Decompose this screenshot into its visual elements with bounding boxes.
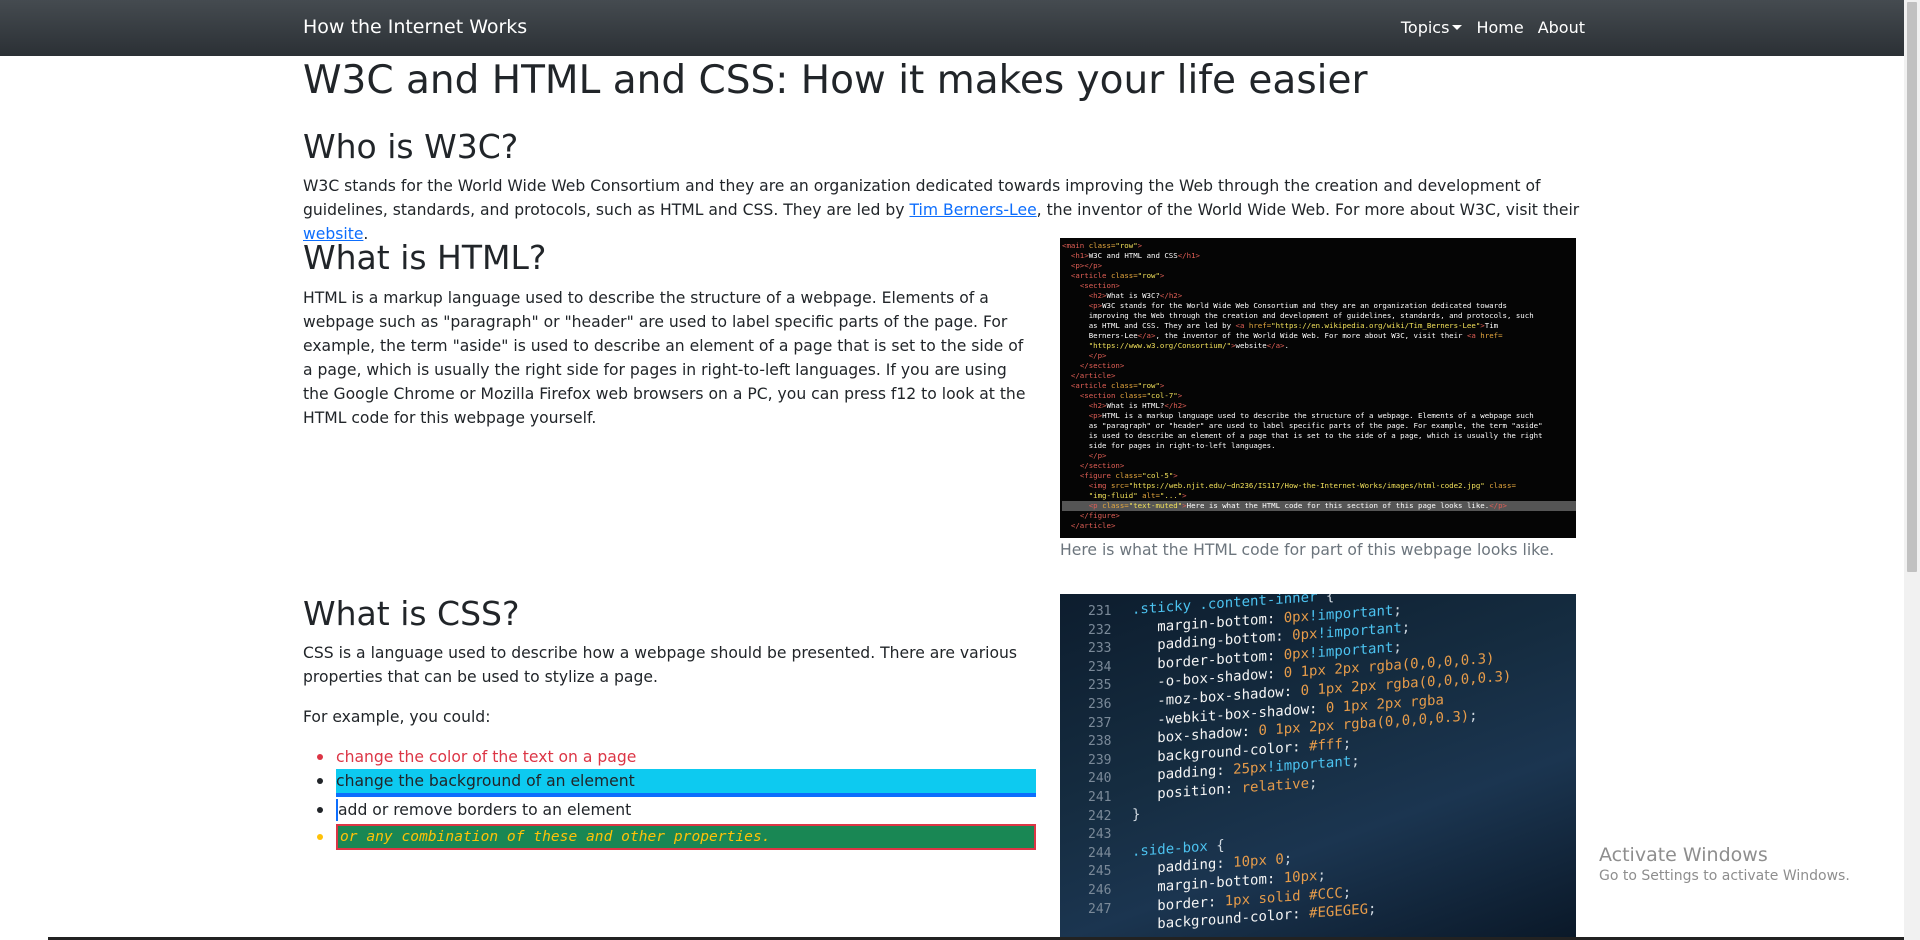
tim-berners-lee-link[interactable]: Tim Berners-Lee (909, 201, 1036, 219)
line-numbers: 231 232 233 234 235 236 237 238 239 240 241 242 243 2… (1088, 604, 1112, 917)
scrollbar-thumb[interactable] (1907, 2, 1917, 572)
bullet-icon (317, 778, 323, 784)
list-item-text: or any combination of these and other pr… (340, 828, 771, 845)
list-item-text: change the background of an element (336, 772, 635, 790)
nav-home-link[interactable]: Home (1469, 18, 1530, 37)
css-paragraph: CSS is a language used to describe how a… (303, 644, 1017, 686)
caret-down-icon (1452, 25, 1463, 30)
list-item: add or remove borders to an element (303, 796, 1036, 824)
bullet-icon (317, 807, 323, 813)
html-code-screenshot: <main class="row"> <h1>W3C and HTML and … (1060, 238, 1576, 538)
watermark-title: Activate Windows (1599, 844, 1768, 866)
css-example-list: change the color of the text on a page c… (303, 745, 1036, 850)
navbar: How the Internet Works Topics Home About (0, 0, 1904, 56)
bullet-icon (317, 834, 323, 840)
bullet-icon (317, 754, 323, 760)
html-paragraph: HTML is a markup language used to descri… (303, 289, 1026, 427)
who-heading: Who is W3C? (303, 127, 519, 166)
topics-dropdown[interactable]: Topics (1394, 18, 1470, 37)
list-item: or any combination of these and other pr… (303, 824, 1036, 850)
list-item-text: change the color of the text on a page (336, 748, 637, 766)
css-heading: What is CSS? (303, 594, 520, 633)
watermark-subtitle: Go to Settings to activate Windows. (1599, 868, 1850, 884)
html-heading: What is HTML? (303, 238, 547, 277)
list-item: change the background of an element (303, 769, 1036, 797)
list-item: change the color of the text on a page (303, 745, 1036, 769)
topics-label: Topics (1400, 18, 1450, 37)
vertical-scrollbar[interactable] (1904, 0, 1920, 940)
who-paragraph: W3C stands for the World Wide Web Consor… (303, 174, 1593, 246)
html-figure-caption: Here is what the HTML code for part of t… (1060, 541, 1555, 559)
css-example-intro: For example, you could: (303, 708, 491, 726)
navbar-brand[interactable]: How the Internet Works (303, 16, 527, 38)
who-text-2: , the inventor of the World Wide Web. Fo… (1036, 201, 1580, 219)
css-source: .sticky .content-inner { margin-bottom: … (1132, 594, 1512, 933)
activate-windows-watermark: Activate Windows Go to Settings to activ… (1599, 844, 1850, 884)
list-item-text: add or remove borders to an element (338, 801, 632, 819)
page-title: W3C and HTML and CSS: How it makes your … (303, 58, 1368, 103)
css-code-photo: 231 232 233 234 235 236 237 238 239 240 241 242 243 2… (1060, 594, 1576, 940)
nav-links: Topics Home About (1394, 18, 1592, 37)
nav-about-link[interactable]: About (1531, 18, 1592, 37)
